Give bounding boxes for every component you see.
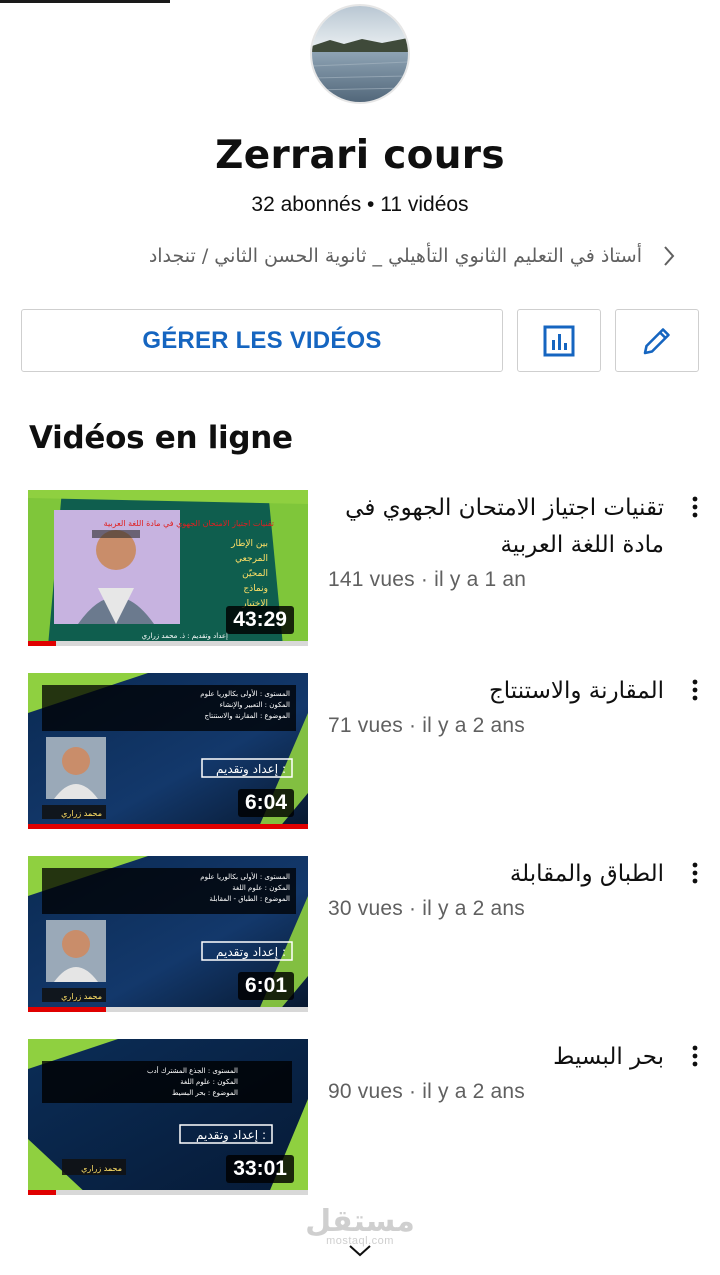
manage-videos-button[interactable]: GÉRER LES VIDÉOS <box>21 309 503 372</box>
channel-name: Zerrari cours <box>215 133 505 178</box>
video-info[interactable]: تقنيات اجتياز الامتحان الجهوي في مادة ال… <box>328 490 668 592</box>
video-duration: 6:01 <box>237 972 294 1000</box>
thumb-line: المكون : التعبير والإنشاء <box>220 701 290 709</box>
thumb-line: الموضوع : الطباق - المقابلة <box>209 895 290 903</box>
video-item[interactable]: الاختبار بين الإطار المرجعي المحيّن ونما… <box>28 490 708 646</box>
thumb-line: المكون : علوم اللغة <box>180 1078 238 1086</box>
video-meta: 71 vues · il y a 2 ans <box>328 714 525 737</box>
video-meta: 90 vues · il y a 2 ans <box>328 1080 525 1103</box>
chevron-down-icon[interactable] <box>346 1240 374 1260</box>
video-info[interactable]: بحر البسيط 90 vues · il y a 2 ans <box>328 1039 668 1104</box>
thumb-line: محمد زراري <box>61 809 102 818</box>
thumb-line: ونماذج <box>243 584 268 594</box>
chevron-right-icon <box>658 241 680 271</box>
thumb-line: الموضوع : بحر البسيط <box>172 1089 238 1097</box>
video-meta: 141 vues · il y a 1 an <box>328 568 527 591</box>
more-vert-icon[interactable] <box>683 492 707 522</box>
video-title: الطباق والمقابلة <box>509 861 664 887</box>
more-vert-icon[interactable] <box>683 858 707 888</box>
watch-progress <box>28 1190 308 1195</box>
channel-description-row[interactable]: أستاذ في التعليم الثانوي التأهيلي _ ثانو… <box>40 238 680 274</box>
video-thumbnail[interactable]: المستوى : الأولى بكالوريا علوم المكون : … <box>28 673 308 829</box>
section-title: Vidéos en ligne <box>29 420 293 456</box>
thumb-line: محمد زراري <box>81 1164 122 1173</box>
video-title: تقنيات اجتياز الامتحان الجهوي في مادة ال… <box>345 495 664 558</box>
thumb-line: المحيّن <box>242 569 268 579</box>
thumb-line: إعداد وتقديم : <box>216 762 286 777</box>
thumb-line: إعداد وتقديم : ذ. محمد زراري <box>142 632 228 640</box>
watermark-main: مستقل <box>305 1204 415 1239</box>
thumb-line: إعداد وتقديم : <box>216 945 286 960</box>
thumb-line: إعداد وتقديم : <box>196 1128 266 1143</box>
thumb-line: المستوى : الجذع المشترك أدب <box>147 1066 238 1075</box>
thumb-line: الموضوع : المقارنة والاستنتاج <box>204 712 290 720</box>
watch-progress <box>28 641 308 646</box>
watch-progress <box>28 1007 308 1012</box>
edit-channel-button[interactable] <box>615 309 699 372</box>
thumb-line: بين الإطار <box>230 539 268 549</box>
thumb-line: المستوى : الأولى بكالوريا علوم <box>200 689 290 698</box>
more-vert-icon[interactable] <box>683 1041 707 1071</box>
video-thumbnail[interactable]: المستوى : الأولى بكالوريا علوم المكون : … <box>28 856 308 1012</box>
avatar-image <box>312 6 408 102</box>
pencil-icon <box>643 327 670 354</box>
video-meta: 30 vues · il y a 2 ans <box>328 897 525 920</box>
bar-chart-icon <box>543 325 575 356</box>
analytics-button[interactable] <box>517 309 601 372</box>
video-item[interactable]: المستوى : الأولى بكالوريا علوم المكون : … <box>28 673 708 829</box>
video-title: بحر البسيط <box>553 1044 664 1070</box>
channel-avatar[interactable] <box>310 4 410 104</box>
video-duration: 43:29 <box>226 606 294 634</box>
video-info[interactable]: المقارنة والاستنتاج 71 vues · il y a 2 a… <box>328 673 668 738</box>
video-title: المقارنة والاستنتاج <box>488 678 664 704</box>
channel-stats: 32 abonnés • 11 vidéos <box>251 193 469 216</box>
video-thumbnail[interactable]: الاختبار بين الإطار المرجعي المحيّن ونما… <box>28 490 308 646</box>
watch-progress <box>28 824 308 829</box>
more-vert-icon[interactable] <box>683 675 707 705</box>
channel-description: أستاذ في التعليم الثانوي التأهيلي _ ثانو… <box>148 245 642 267</box>
thumb-line: تقنيات اجتياز الامتحان الجهوي في مادة ال… <box>104 519 274 528</box>
thumb-line: المكون : علوم اللغة <box>232 884 290 892</box>
video-duration: 6:04 <box>237 789 294 817</box>
video-item[interactable]: المستوى : الأولى بكالوريا علوم المكون : … <box>28 856 708 1012</box>
video-duration: 33:01 <box>226 1155 294 1183</box>
video-item[interactable]: المستوى : الجذع المشترك أدب المكون : علو… <box>28 1039 708 1195</box>
thumb-line: المرجعي <box>235 554 268 564</box>
top-divider <box>0 0 170 3</box>
video-info[interactable]: الطباق والمقابلة 30 vues · il y a 2 ans <box>328 856 668 921</box>
thumb-line: المستوى : الأولى بكالوريا علوم <box>200 872 290 881</box>
thumb-line: محمد زراري <box>61 992 102 1001</box>
video-thumbnail[interactable]: المستوى : الجذع المشترك أدب المكون : علو… <box>28 1039 308 1195</box>
